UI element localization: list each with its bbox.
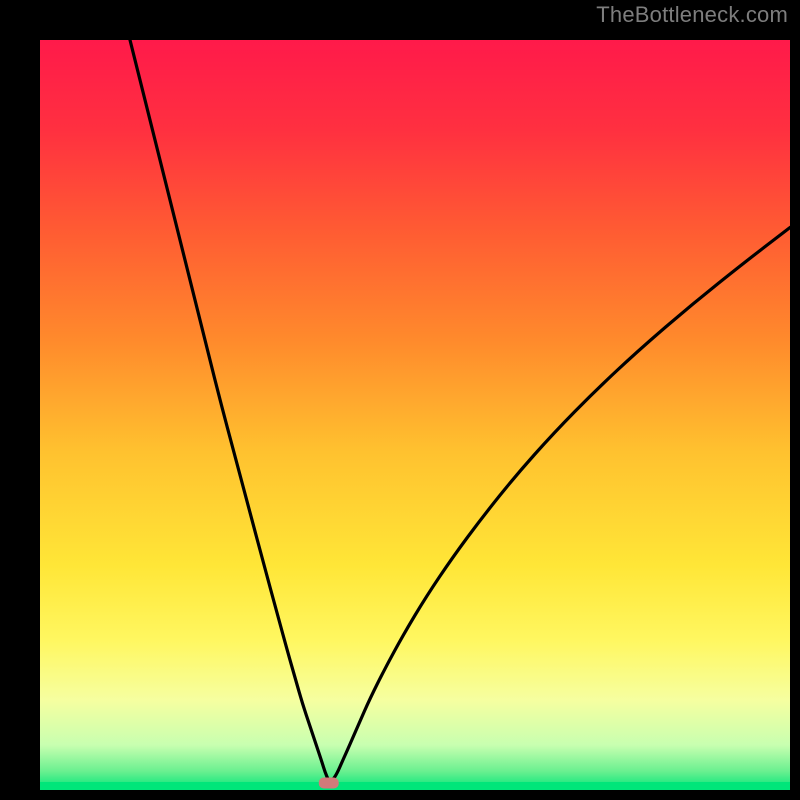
chart-background [40,40,790,790]
bottleneck-chart [40,40,790,790]
minimum-marker [319,778,339,789]
watermark-text: TheBottleneck.com [596,2,788,28]
green-baseline [40,782,790,790]
chart-frame [15,15,785,785]
